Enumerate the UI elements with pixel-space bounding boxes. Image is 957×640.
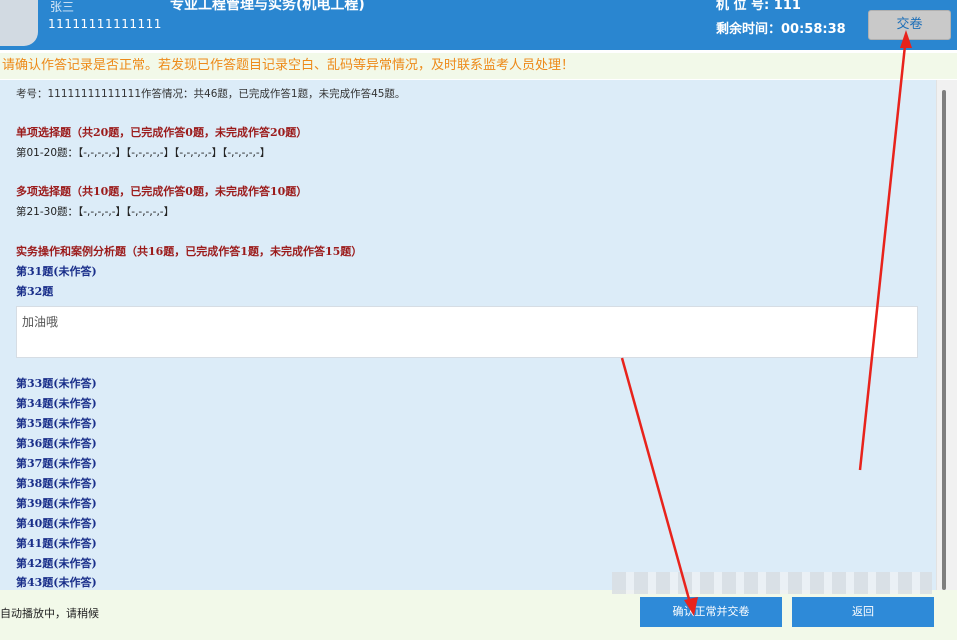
question-item[interactable]: 第35题(未作答)	[16, 415, 97, 431]
back-button[interactable]: 返回	[792, 597, 934, 627]
blurred-overlay	[612, 572, 932, 594]
exam-title: 专业工程管理与实务(机电工程)	[170, 0, 365, 13]
content-scrollbar[interactable]	[936, 80, 957, 590]
section-title-multi: 多项选择题（共10题，已完成作答0题，未完成作答10题）	[16, 185, 308, 198]
answer-summary: 考号：11111111111111作答情况：共46题，已完成作答1题，未完成作答…	[16, 88, 406, 100]
question-item[interactable]: 第38题(未作答)	[16, 475, 97, 491]
section-line-single: 第01-20题：【-,-,-,-,-】【-,-,-,-,-】【-,-,-,-,-…	[16, 147, 271, 159]
confirm-submit-button[interactable]: 确认正常并交卷	[640, 597, 782, 627]
section-title-case: 实务操作和案例分析题（共16题，已完成作答1题，未完成作答15题）	[16, 245, 363, 258]
question-item[interactable]: 第39题(未作答)	[16, 495, 97, 511]
question-item[interactable]: 第31题(未作答)	[16, 263, 97, 279]
seat-number: 机 位 号: 111	[716, 0, 801, 13]
section-line-multi: 第21-30题：【-,-,-,-,-】【-,-,-,-,-】	[16, 206, 175, 218]
answer-review-panel: 考号：11111111111111作答情况：共46题，已完成作答1题，未完成作答…	[0, 80, 936, 590]
scrollbar-thumb[interactable]	[942, 90, 946, 590]
question-item[interactable]: 第42题(未作答)	[16, 555, 97, 571]
question-item[interactable]: 第43题(未作答)	[16, 574, 97, 590]
autoplay-status: 自动播放中，请稍候	[0, 607, 99, 620]
candidate-name: 张三	[50, 0, 75, 14]
candidate-avatar	[0, 0, 38, 46]
confirm-notice: 请确认作答记录是否正常。若发现已作答题目记录空白、乱码等异常情况，及时联系监考人…	[0, 53, 957, 79]
answer-text-box: 加油哦	[16, 306, 918, 358]
question-item[interactable]: 第32题	[16, 283, 53, 299]
section-title-single: 单项选择题（共20题，已完成作答0题，未完成作答20题）	[16, 126, 308, 139]
question-item[interactable]: 第36题(未作答)	[16, 435, 97, 451]
bottom-bar: 自动播放中，请稍候 确认正常并交卷 返回	[0, 572, 957, 640]
submit-exam-button[interactable]: 交卷	[868, 10, 951, 40]
question-item[interactable]: 第37题(未作答)	[16, 455, 97, 471]
question-item[interactable]: 第41题(未作答)	[16, 535, 97, 551]
question-item[interactable]: 第34题(未作答)	[16, 395, 97, 411]
question-item[interactable]: 第40题(未作答)	[16, 515, 97, 531]
exam-header: 张三 11111111111111 专业工程管理与实务(机电工程) 机 位 号:…	[0, 0, 957, 50]
candidate-id: 11111111111111	[48, 17, 162, 31]
question-item[interactable]: 第33题(未作答)	[16, 375, 97, 391]
remaining-time: 剩余时间：00:58:38	[716, 22, 846, 37]
